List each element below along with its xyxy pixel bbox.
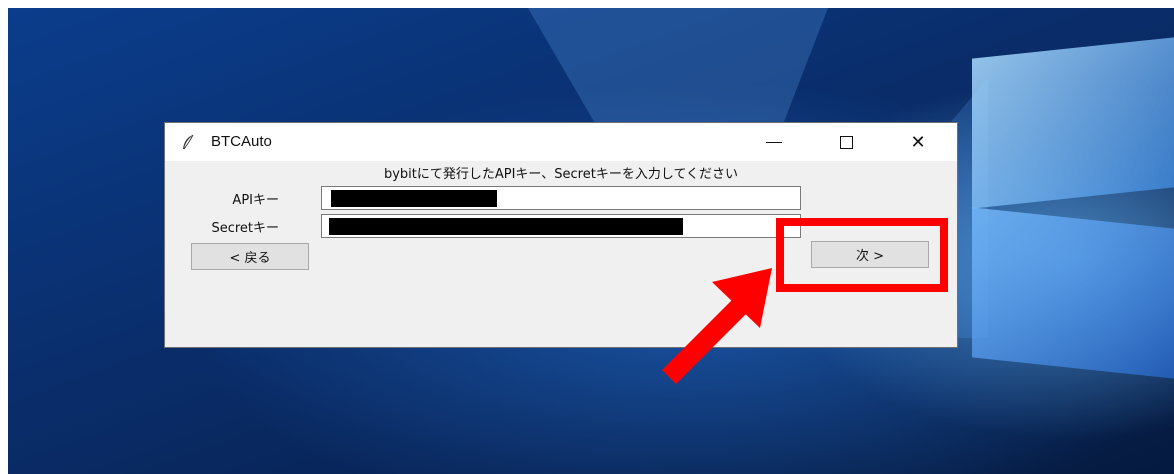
close-icon: ✕ [910, 131, 926, 153]
close-button[interactable]: ✕ [889, 123, 947, 161]
windows-logo [964, 8, 1174, 474]
title-bar[interactable]: BTCAuto ✕ [165, 123, 957, 161]
redaction-bar [329, 218, 683, 235]
highlight-box [776, 218, 948, 292]
instruction-text: bybitにて発行したAPIキー、Secretキーを入力してください [383, 167, 739, 182]
windows-logo-pane [972, 37, 1174, 209]
maximize-icon [839, 135, 853, 149]
maximize-button[interactable] [817, 123, 875, 161]
secret-key-label: Secretキー [211, 221, 279, 236]
window-title: BTCAuto [211, 133, 272, 150]
api-key-label: APIキー [232, 193, 279, 208]
back-button[interactable]: < 戻る [191, 243, 309, 270]
minimize-icon [766, 141, 782, 143]
minimize-button[interactable] [745, 123, 803, 161]
redaction-bar [331, 190, 497, 207]
windows-logo-pane [972, 207, 1174, 379]
feather-icon [183, 134, 194, 150]
